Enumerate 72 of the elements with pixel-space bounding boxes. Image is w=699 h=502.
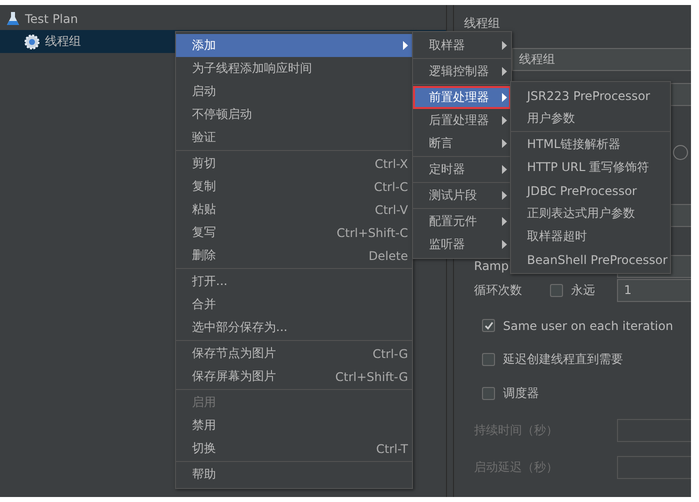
shortcut-label: Ctrl-T [375, 442, 408, 456]
menu-item[interactable]: 合并 [176, 293, 412, 316]
menu-item[interactable]: 配置元件 [413, 210, 511, 233]
menu-item[interactable]: 逻辑控制器 [413, 60, 511, 83]
shortcut-label: Ctrl+Shift-C [336, 226, 408, 240]
menu-item[interactable]: 复写 Ctrl+Shift-C [176, 221, 412, 244]
menu-item[interactable]: 断言 [413, 132, 511, 155]
menu-item[interactable]: 不停顿启动 [176, 103, 412, 126]
menu-item[interactable]: 测试片段 [413, 184, 511, 207]
name-field[interactable]: 线程组 [512, 48, 691, 71]
checkbox[interactable] [482, 387, 495, 400]
checkbox-label: Same user on each iteration [503, 318, 674, 332]
menu-item[interactable]: 用户参数 [511, 107, 670, 130]
menu-item[interactable]: 删除 Delete [176, 244, 412, 267]
menu-item[interactable]: 禁用 [176, 414, 412, 437]
submenu-arrow-icon [502, 165, 507, 174]
text-field[interactable] [617, 418, 691, 442]
menu-item[interactable]: JDBC PreProcessor [511, 179, 670, 202]
panel-title: 线程组 [464, 14, 500, 32]
menu-item[interactable]: 取样器 [413, 34, 511, 57]
checkbox-label: 永远 [571, 282, 595, 298]
submenu-arrow-icon [502, 191, 507, 200]
checkbox-label: 调度器 [503, 385, 539, 402]
menu-item[interactable]: BeanShell PreProcessor [511, 248, 670, 271]
menu-item[interactable]: 切换 Ctrl-T [176, 437, 412, 460]
text-field[interactable] [617, 456, 691, 478]
field-label: 循环次数 [474, 282, 523, 298]
shortcut-label: Delete [368, 248, 408, 262]
menu-item[interactable]: 前置处理器 [413, 86, 511, 109]
menu-item[interactable]: 帮助 [176, 463, 412, 486]
radio-button[interactable] [673, 145, 688, 160]
menu-item[interactable]: 正则表达式用户参数 [511, 202, 670, 225]
menu-item[interactable]: 保存屏幕为图片 Ctrl+Shift-G [176, 365, 412, 388]
menu-item[interactable]: JSR223 PreProcessor [511, 84, 670, 107]
shortcut-label: Ctrl-X [374, 156, 408, 170]
submenu-arrow-icon [403, 41, 408, 50]
tree-item[interactable]: Test Plan [0, 7, 446, 30]
checkbox-label: 延迟创建线程直到需要 [503, 351, 623, 368]
menu-item[interactable]: 保存节点为图片 Ctrl-G [176, 342, 412, 365]
submenu-arrow-icon [502, 240, 507, 249]
menu-item[interactable]: 后置处理器 [413, 109, 511, 132]
menu-item[interactable]: HTML链接解析器 [511, 133, 670, 156]
shortcut-label: Ctrl-C [372, 180, 408, 194]
field-label: Ramp [474, 259, 509, 273]
menu-item[interactable]: 粘贴 Ctrl-V [176, 198, 412, 221]
menu-item[interactable]: 复制 Ctrl-C [176, 175, 412, 198]
flask-icon [6, 10, 20, 26]
menu-item[interactable]: 取样器超时 [511, 225, 670, 248]
menu-item[interactable]: 定时器 [413, 158, 511, 181]
menu-item[interactable]: 为子线程添加响应时间 [176, 57, 412, 80]
submenu-arrow-icon [502, 217, 507, 226]
checkbox[interactable] [482, 353, 495, 366]
submenu-arrow-icon [502, 139, 507, 148]
menu-item[interactable]: 启动 [176, 80, 412, 103]
menu-item[interactable]: 打开... [176, 270, 412, 293]
menu-item[interactable]: 添加 [176, 34, 412, 57]
menu-item[interactable]: 剪切 Ctrl-X [176, 152, 412, 175]
submenu-arrow-icon [502, 93, 507, 102]
menu-item[interactable]: 选中部分保存为... [176, 316, 412, 339]
submenu-arrow-icon [502, 67, 507, 76]
loop-count-field[interactable]: 1 [617, 278, 691, 302]
shortcut-label: Ctrl-V [374, 202, 408, 216]
checkbox[interactable] [482, 319, 495, 332]
shortcut-label: Ctrl+Shift-G [334, 370, 408, 384]
menu-item[interactable]: 监听器 [413, 233, 511, 256]
submenu-arrow-icon [502, 41, 507, 50]
shortcut-label: Ctrl-G [372, 346, 408, 360]
menu-item[interactable]: HTTP URL 重写修饰符 [511, 156, 670, 179]
checkbox[interactable] [550, 284, 563, 296]
gear-icon [24, 34, 40, 50]
submenu-arrow-icon [502, 116, 507, 125]
menu-item[interactable]: 验证 [176, 126, 412, 149]
